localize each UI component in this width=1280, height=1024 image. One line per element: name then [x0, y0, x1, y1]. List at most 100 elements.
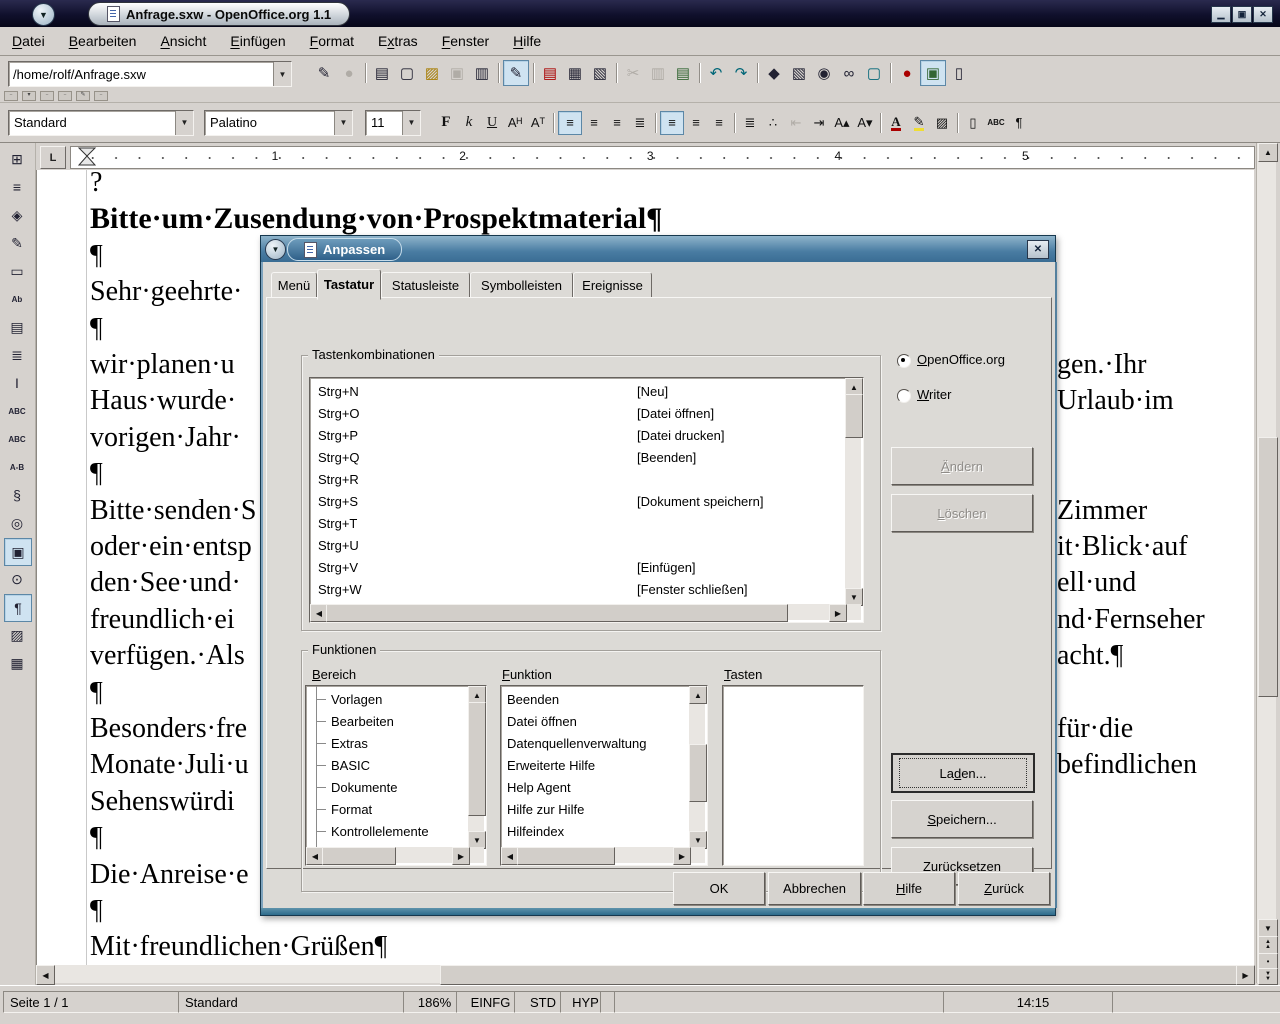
tree-item-vorlagen[interactable]: Vorlagen — [306, 688, 382, 710]
tree-item-extras[interactable]: Extras — [306, 732, 368, 754]
hscroll-thumb[interactable] — [440, 965, 1237, 985]
insert-object-icon[interactable]: ◈ — [4, 202, 30, 228]
window-menu-button[interactable]: ▼ — [32, 3, 55, 26]
funktion-vscrollbar[interactable]: ▲ ▼ — [689, 686, 705, 847]
stylist-icon[interactable]: ▧ — [787, 61, 811, 85]
dialog-close-button[interactable]: ✕ — [1027, 240, 1049, 259]
shortcut-row[interactable]: Strg+T — [311, 512, 862, 534]
shortcut-row[interactable]: Strg+V[Einfügen] — [311, 556, 862, 578]
cancel-button[interactable]: Abbrechen — [768, 872, 861, 905]
horizontal-ruler[interactable]: 12345 — [70, 146, 1255, 169]
drag-handle-icon[interactable]: ∙∙ — [40, 91, 54, 101]
new-from-template-icon[interactable]: ▤ — [370, 61, 394, 85]
zoom-icon[interactable]: ⊙ — [4, 566, 30, 592]
page-indicator[interactable]: Seite 1 / 1 — [3, 991, 189, 1013]
thesaurus-icon[interactable]: § — [4, 482, 30, 508]
abc-icon[interactable]: ABC — [985, 112, 1007, 134]
list-item-dateiffnen[interactable]: Datei öffnen — [507, 710, 577, 732]
open-icon[interactable]: ▨ — [420, 61, 444, 85]
bereich-hscrollbar[interactable]: ◀ ▶ — [306, 847, 484, 863]
new-document-icon[interactable]: ▢ — [395, 61, 419, 85]
url-combobox[interactable]: ▼ — [8, 61, 292, 87]
hyperlink-edit-icon[interactable]: ✎ — [76, 91, 90, 101]
shortcut-row[interactable]: Strg+P[Datei drucken] — [311, 424, 862, 446]
page-style[interactable]: Standard — [178, 991, 414, 1013]
underline-icon[interactable]: U — [481, 112, 503, 134]
italic-icon[interactable]: k — [458, 112, 480, 134]
shortcut-row[interactable]: Strg+N[Neu] — [311, 380, 862, 402]
menu-hilfe[interactable]: Hilfe — [501, 29, 553, 53]
list-item-datenquellenverwaltung[interactable]: Datenquellenverwaltung — [507, 732, 646, 754]
indent-marker-icon[interactable] — [76, 146, 98, 167]
menu-datei[interactable]: Datei — [0, 29, 57, 53]
scroll-thumb[interactable] — [517, 847, 615, 865]
line-spacing-2-icon[interactable]: ≡ — [708, 112, 730, 134]
shortcut-row[interactable]: Strg+R — [311, 468, 862, 490]
scroll-down-button[interactable]: ▼ — [1258, 919, 1278, 937]
gallery-icon[interactable]: ▢ — [862, 61, 886, 85]
scroll-up-button[interactable]: ▲ — [1258, 143, 1278, 162]
insert-header-icon[interactable]: ▤ — [4, 314, 30, 340]
protect-icon[interactable]: ▯ — [947, 61, 971, 85]
shortcut-row[interactable]: Strg+W[Fenster schließen] — [311, 578, 862, 600]
line-spacing-15-icon[interactable]: ≡ — [685, 112, 707, 134]
font-decrease-icon[interactable]: A▾ — [854, 112, 876, 134]
find-replace-icon[interactable]: ◎ — [4, 510, 30, 536]
line-spacing-1-icon[interactable]: ≡ — [660, 111, 684, 135]
export-pdf-icon[interactable]: ▤ — [538, 61, 562, 85]
spellcheck-icon[interactable]: ABC — [4, 398, 30, 424]
font-name-combobox[interactable]: Palatino ▼ — [204, 110, 353, 136]
list-item-erweitertehilfe[interactable]: Erweiterte Hilfe — [507, 754, 595, 776]
superscript-icon[interactable]: Aᴴ — [504, 112, 526, 134]
tab-symbolleisten[interactable]: Symbolleisten — [470, 272, 573, 299]
tab-stop-type-button[interactable]: L — [40, 146, 66, 169]
tab-ereignisse[interactable]: Ereignisse — [573, 272, 652, 299]
autospellcheck-icon[interactable]: ABC — [4, 426, 30, 452]
collapse-arrow-icon[interactable]: ▾ — [22, 91, 36, 101]
paragraph-background-icon[interactable]: ▨ — [931, 112, 953, 134]
spacer-end[interactable] — [1112, 991, 1280, 1013]
style-dropdown-button[interactable]: ▼ — [175, 111, 193, 135]
list-item-hilfeindex[interactable]: Hilfeindex — [507, 820, 564, 842]
funktion-listbox[interactable]: BeendenDatei öffnenDatenquellenverwaltun… — [500, 685, 708, 866]
font-dropdown-button[interactable]: ▼ — [334, 111, 352, 135]
hyphenation-icon[interactable]: A-B — [4, 454, 30, 480]
bullet-list-icon[interactable]: ∴ — [762, 112, 784, 134]
drag-handle-icon[interactable]: ∙∙ — [94, 91, 108, 101]
change-button[interactable]: Ändern — [891, 447, 1033, 485]
help-button[interactable]: Hilfe — [863, 872, 955, 905]
tree-item-kontrollelemente[interactable]: Kontrollelemente — [306, 820, 429, 842]
navigation-button[interactable]: • — [1258, 953, 1278, 969]
url-input[interactable] — [9, 67, 273, 82]
scroll-thumb[interactable] — [326, 604, 788, 622]
decrease-indent-icon[interactable]: ⇤ — [785, 112, 807, 134]
next-page-button[interactable]: ▼▼ — [1258, 968, 1278, 985]
scroll-thumb[interactable] — [468, 702, 486, 816]
align-right-icon[interactable]: ≡ — [606, 112, 628, 134]
size-dropdown-button[interactable]: ▼ — [402, 111, 420, 135]
horizontal-scrollbar[interactable]: ◀ ▶ — [36, 965, 1253, 983]
tree-item-basic[interactable]: BASIC — [306, 754, 370, 776]
scroll-right-button[interactable]: ▶ — [452, 847, 470, 865]
align-left-icon[interactable]: ≡ — [558, 111, 582, 135]
back-button[interactable]: Zurück — [958, 872, 1050, 905]
page-preview-icon[interactable]: ▧ — [588, 61, 612, 85]
tab-men[interactable]: Menü — [271, 272, 317, 299]
dialog-menu-button[interactable]: ▼ — [265, 239, 286, 260]
menu-bearbeiten[interactable]: Bearbeiten — [57, 29, 149, 53]
font-color-icon[interactable]: A — [885, 112, 907, 134]
delete-button[interactable]: Löschen — [891, 494, 1033, 532]
autotext-icon[interactable]: Ab — [4, 286, 30, 312]
navigator-icon[interactable]: ◆ — [762, 61, 786, 85]
tree-item-format[interactable]: Format — [306, 798, 372, 820]
undo-icon[interactable]: ↶ — [704, 61, 728, 85]
radio-writer[interactable] — [897, 389, 911, 403]
load-button[interactable]: Laden... — [891, 753, 1035, 793]
shortcut-vscrollbar[interactable]: ▲ ▼ — [845, 378, 861, 604]
scroll-thumb[interactable] — [845, 394, 863, 438]
bereich-listbox[interactable]: VorlagenBearbeitenExtrasBASICDokumenteFo… — [305, 685, 487, 866]
text-cursor-icon[interactable]: I — [4, 370, 30, 396]
scroll-right-button[interactable]: ▶ — [829, 604, 847, 622]
formatting-marks-icon[interactable]: ¶ — [4, 594, 32, 622]
numbering-icon[interactable]: ≣ — [4, 342, 30, 368]
